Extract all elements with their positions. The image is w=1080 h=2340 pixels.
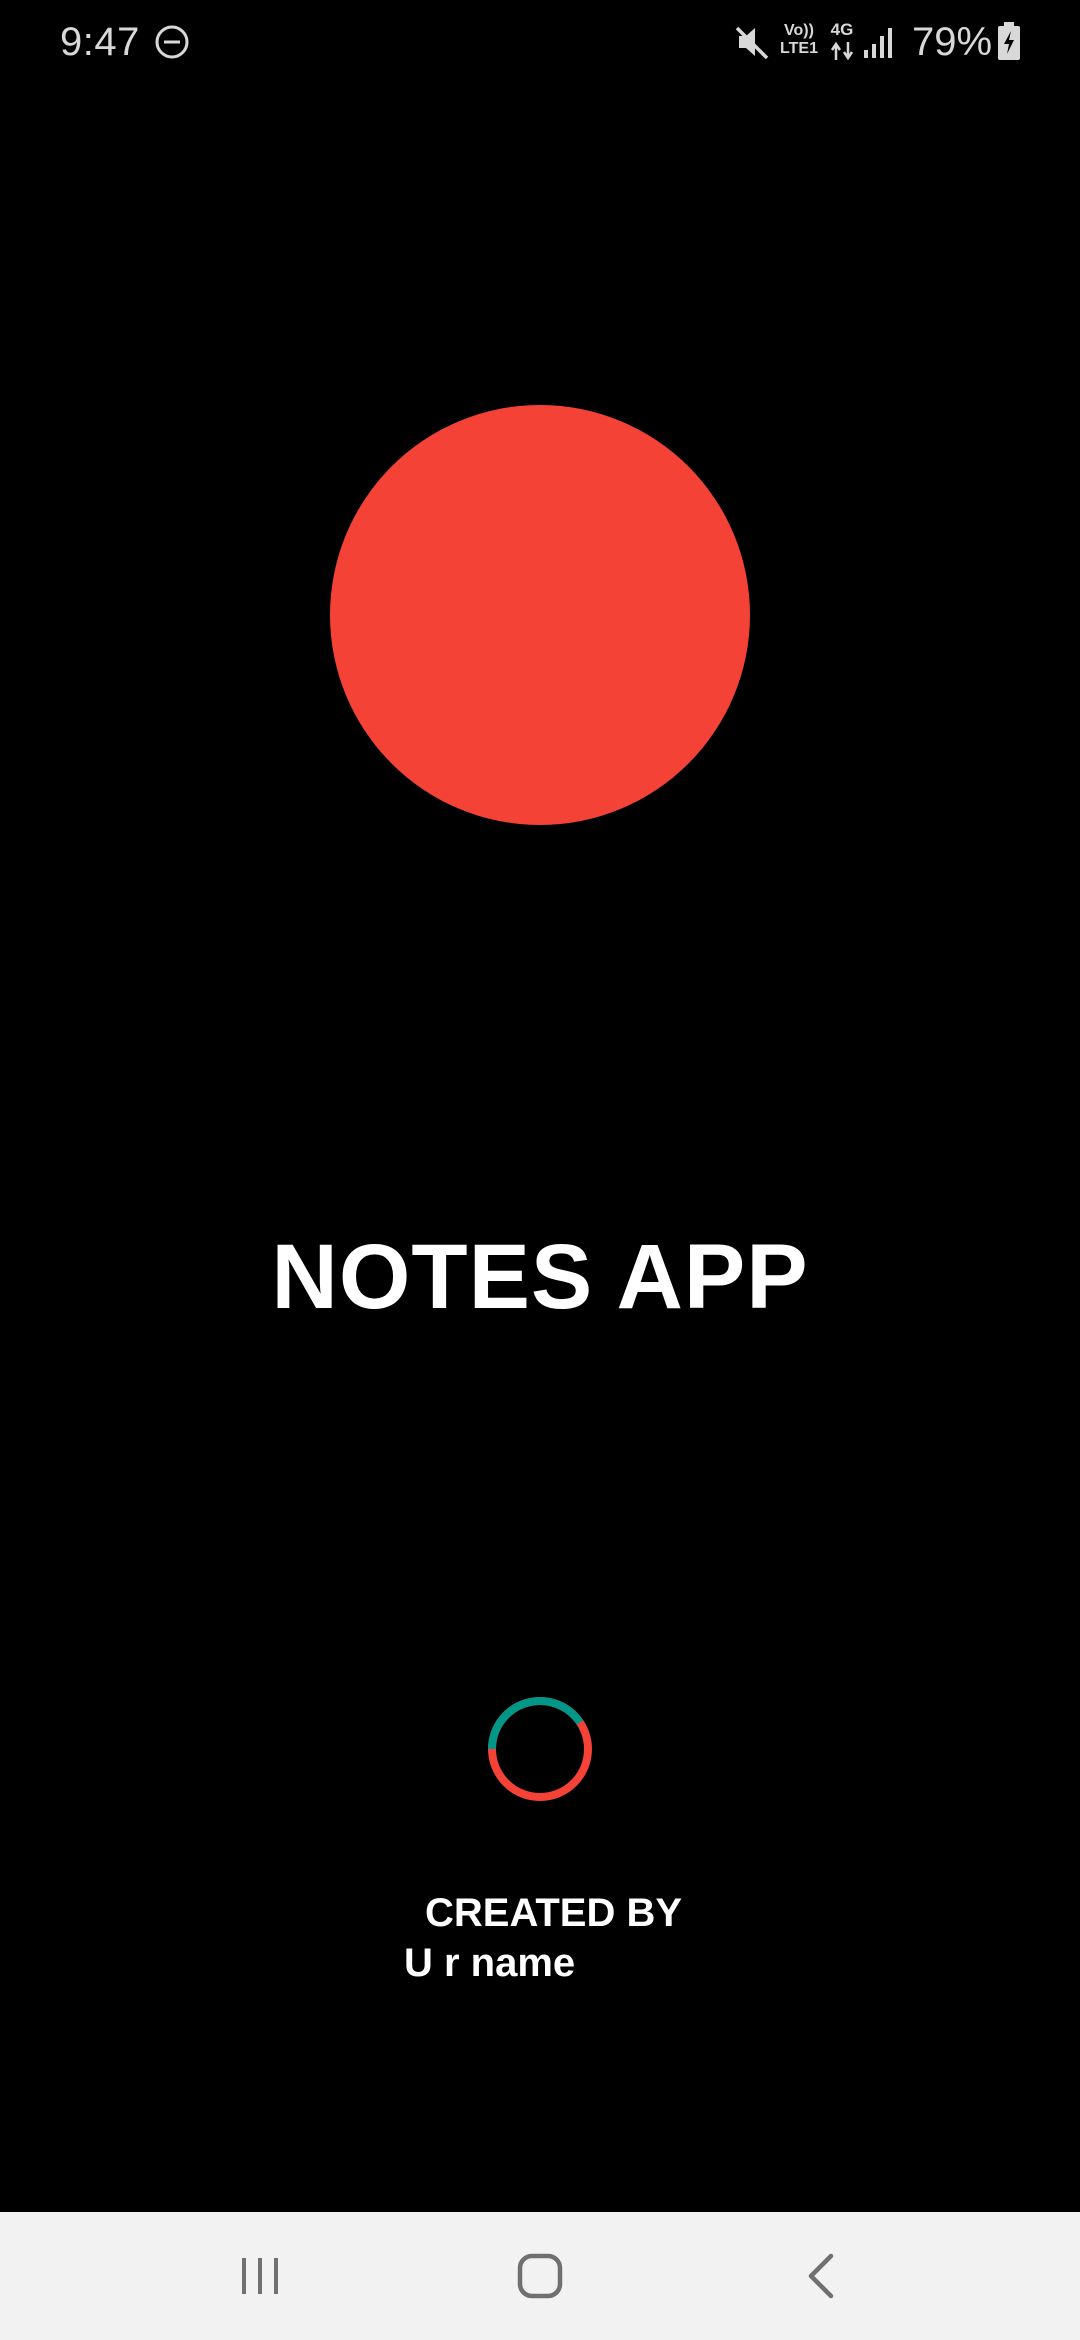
volte-label-top: Vo)) <box>784 22 814 39</box>
back-icon <box>808 2253 834 2299</box>
navigation-bar <box>0 2212 1080 2340</box>
recent-apps-button[interactable] <box>190 2212 330 2340</box>
volte-icon: Vo)) LTE1 <box>776 22 822 62</box>
mute-icon <box>733 22 771 62</box>
home-icon <box>517 2253 563 2299</box>
recent-apps-icon <box>242 2258 278 2294</box>
back-button[interactable] <box>750 2212 890 2340</box>
author-name: U r name <box>404 1941 576 1985</box>
do-not-disturb-icon <box>154 24 190 60</box>
created-by-label: CREATED BY <box>425 1891 683 1935</box>
battery-charging-icon <box>996 22 1022 60</box>
volte-label-bottom: LTE1 <box>780 40 818 57</box>
signal-icon <box>862 26 896 58</box>
loading-spinner <box>486 1695 594 1803</box>
app-title: NOTES APP <box>271 1226 809 1328</box>
status-time: 9:47 <box>60 20 140 64</box>
status-bar: 9:47 Vo)) LTE1 4G 79% <box>0 0 1080 84</box>
app-logo-circle <box>330 405 750 825</box>
network-4g-icon: 4G <box>826 20 858 64</box>
battery-percent: 79% <box>912 20 993 64</box>
network-type-label: 4G <box>830 20 854 39</box>
home-button[interactable] <box>470 2212 610 2340</box>
